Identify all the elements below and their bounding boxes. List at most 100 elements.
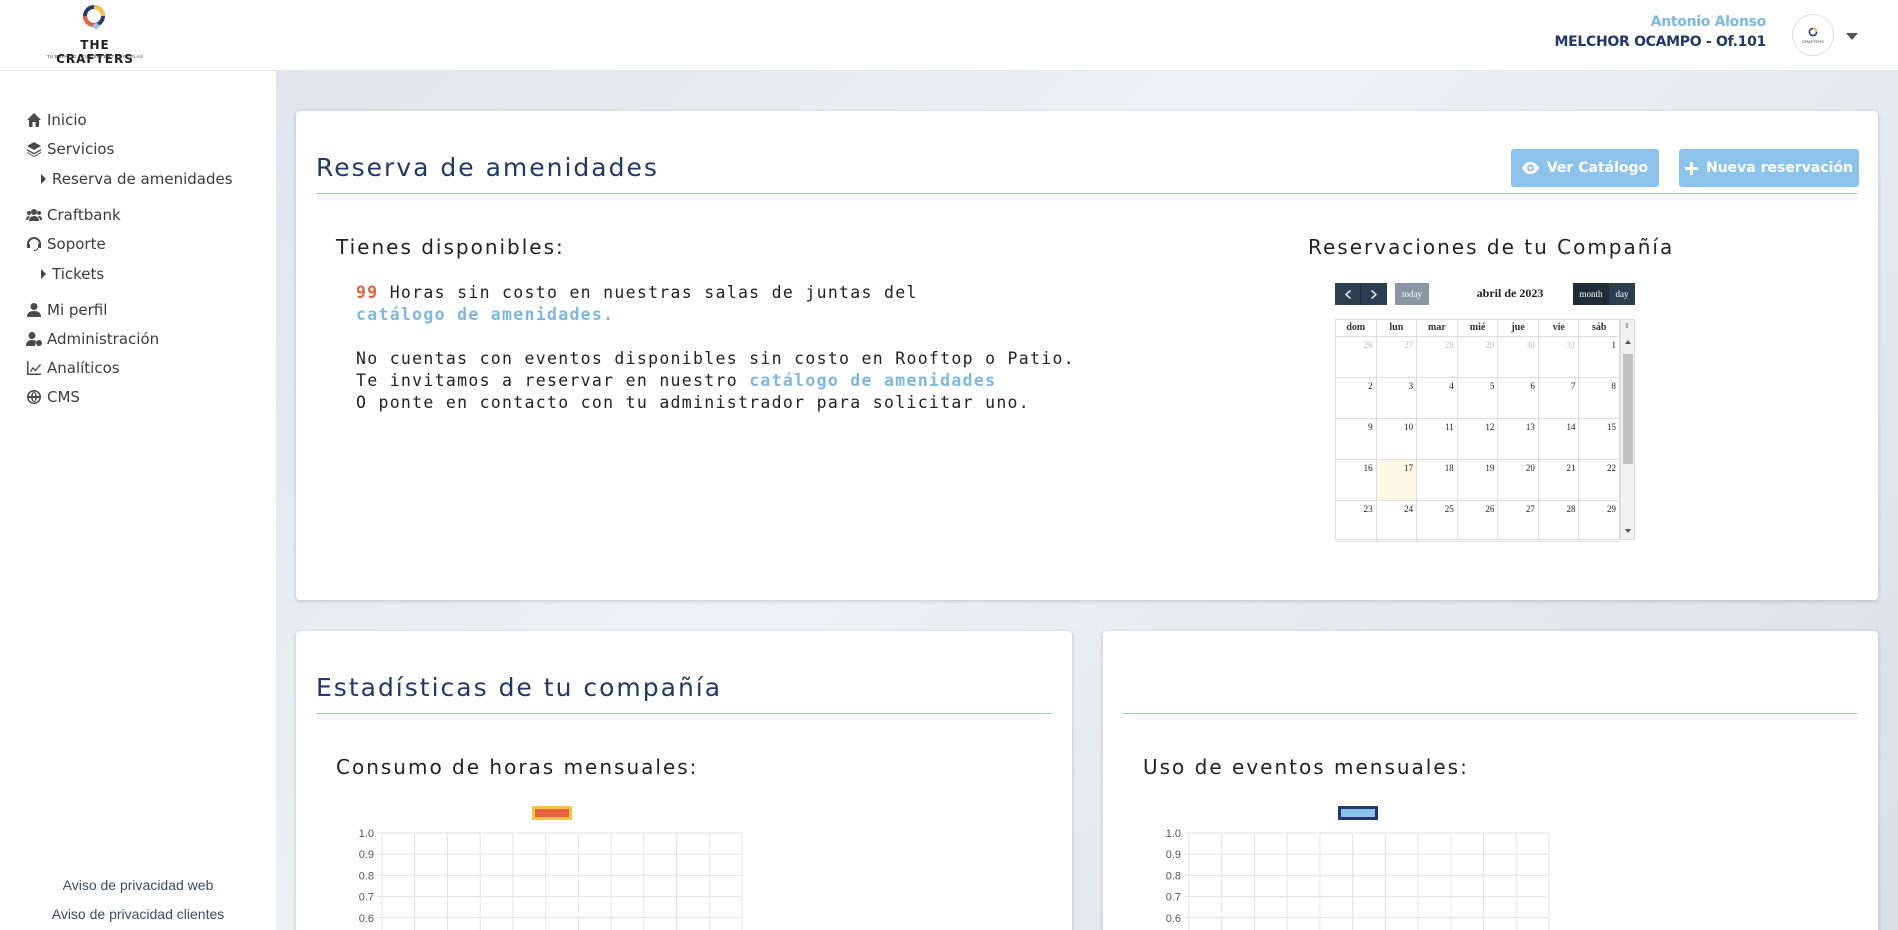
globe-icon bbox=[27, 389, 41, 404]
main-content: Reserva de amenidades Ver Catálogo Nueva… bbox=[276, 71, 1898, 930]
calendar-day[interactable]: 22 bbox=[1579, 460, 1621, 500]
calendar-month-button[interactable]: month bbox=[1573, 283, 1609, 305]
weekday: vie bbox=[1539, 320, 1580, 336]
y-tick-label: 0.9 bbox=[1166, 849, 1181, 861]
calendar-day[interactable]: 7 bbox=[1539, 378, 1580, 418]
hours-count: 99 bbox=[356, 283, 379, 302]
events-line-3: O ponte en contacto con tu administrador… bbox=[356, 393, 1031, 412]
calendar-day[interactable]: 27 bbox=[1498, 501, 1539, 541]
calendar-day[interactable]: 2 bbox=[1336, 378, 1377, 418]
y-tick-label: 0.6 bbox=[1166, 913, 1181, 925]
y-tick-label: 0.9 bbox=[359, 849, 374, 861]
caret-right-icon bbox=[41, 268, 46, 279]
caret-right-icon bbox=[41, 173, 46, 184]
calendar-day[interactable]: 29 bbox=[1458, 337, 1499, 377]
calendar-day[interactable]: 6 bbox=[1498, 378, 1539, 418]
calendar-day[interactable]: 24 bbox=[1377, 501, 1418, 541]
y-tick-label: 1.0 bbox=[1166, 828, 1181, 840]
calendar-day-today[interactable]: 17 bbox=[1376, 460, 1418, 500]
scroll-down-icon[interactable] bbox=[1625, 529, 1631, 533]
nueva-reservacion-label: Nueva reservación bbox=[1705, 160, 1853, 176]
calendar-day[interactable]: 12 bbox=[1458, 419, 1499, 459]
calendar-week: 16 17 18 19 20 21 22 bbox=[1336, 460, 1621, 501]
calendar-day[interactable]: 23 bbox=[1336, 501, 1377, 541]
sidebar-item-administracion[interactable]: Administración bbox=[26, 324, 233, 353]
calendar-day[interactable]: 29 bbox=[1579, 501, 1621, 541]
sidebar-item-cms[interactable]: CMS bbox=[26, 382, 233, 411]
ver-catalogo-button[interactable]: Ver Catálogo bbox=[1511, 149, 1659, 187]
crafters-logo-mark bbox=[83, 5, 105, 29]
calendar-day[interactable]: 3 bbox=[1377, 378, 1418, 418]
avatar[interactable]: CRAFTERS bbox=[1792, 14, 1834, 56]
calendar-day[interactable]: 14 bbox=[1539, 419, 1580, 459]
calendar-prev-button[interactable] bbox=[1335, 283, 1361, 305]
user-info[interactable]: Antonio Alonso MELCHOR OCAMPO - Of.101 bbox=[1555, 14, 1767, 50]
calendar-day[interactable]: 1 bbox=[1579, 337, 1621, 377]
calendar-day[interactable]: 10 bbox=[1377, 419, 1418, 459]
events-divider bbox=[1123, 713, 1858, 714]
sidebar-item-analiticos[interactable]: Analíticos bbox=[26, 353, 233, 382]
weekday: dom bbox=[1336, 320, 1377, 336]
chart-line-icon bbox=[27, 360, 41, 375]
calendar-day[interactable]: 28 bbox=[1417, 337, 1458, 377]
calendar-day[interactable]: 5 bbox=[1458, 378, 1499, 418]
sidebar-item-craftbank[interactable]: Craftbank bbox=[26, 200, 233, 229]
weekday: jue bbox=[1498, 320, 1539, 336]
sidebar-item-soporte[interactable]: Soporte bbox=[26, 229, 233, 258]
calendar-day[interactable]: 11 bbox=[1417, 419, 1458, 459]
weekday: sáb bbox=[1579, 320, 1621, 336]
scroll-up-icon[interactable] bbox=[1625, 340, 1631, 344]
title-divider bbox=[316, 193, 1858, 194]
sidebar-nav: Inicio Servicios Reserva de amenidades C… bbox=[26, 105, 233, 411]
catalog-link[interactable]: catálogo de amenidades. bbox=[356, 305, 614, 324]
hours-chart-heading: Consumo de horas mensuales: bbox=[336, 755, 699, 779]
calendar-day[interactable]: 26 bbox=[1458, 501, 1499, 541]
calendar-day[interactable]: 19 bbox=[1458, 460, 1499, 500]
avatar-text: CRAFTERS bbox=[1802, 39, 1824, 44]
calendar-day[interactable]: 28 bbox=[1539, 501, 1580, 541]
sidebar-item-reserva-amenidades[interactable]: Reserva de amenidades bbox=[26, 163, 233, 194]
chart-plot-area: 1.0 0.9 0.8 0.7 0.6 bbox=[359, 828, 743, 930]
catalog-link[interactable]: catálogo de amenidades bbox=[749, 371, 996, 390]
crafters-logo[interactable]: THE CRAFTERS TU ESPACIO • TU GENTE • TUS… bbox=[40, 4, 150, 66]
layers-icon bbox=[27, 141, 41, 157]
privacy-clients-link[interactable]: Aviso de privacidad clientes bbox=[0, 906, 276, 922]
reserva-card: Reserva de amenidades Ver Catálogo Nueva… bbox=[296, 111, 1878, 600]
sidebar-item-label: CMS bbox=[47, 387, 80, 406]
sidebar-item-servicios[interactable]: Servicios bbox=[26, 134, 233, 163]
top-bar: THE CRAFTERS TU ESPACIO • TU GENTE • TUS… bbox=[0, 0, 1898, 71]
calendar-day[interactable]: 4 bbox=[1417, 378, 1458, 418]
calendar-day[interactable]: 13 bbox=[1498, 419, 1539, 459]
privacy-web-link[interactable]: Aviso de privacidad web bbox=[0, 877, 276, 893]
stats-card: Estadísticas de tu compañía Consumo de h… bbox=[296, 631, 1072, 930]
nueva-reservacion-button[interactable]: Nueva reservación bbox=[1679, 149, 1859, 187]
scroll-thumb[interactable] bbox=[1623, 354, 1633, 464]
calendar-week: 26 27 28 29 30 31 1 bbox=[1336, 337, 1621, 378]
chevron-down-icon[interactable] bbox=[1846, 33, 1858, 40]
chevron-right-icon bbox=[1370, 289, 1377, 299]
calendar-day[interactable]: 8 bbox=[1579, 378, 1621, 418]
calendar-scrollbar[interactable]: ⇕ bbox=[1620, 320, 1634, 539]
hours-chart: 1.0 0.9 0.8 0.7 0.6 bbox=[336, 806, 756, 930]
sidebar-item-mi-perfil[interactable]: Mi perfil bbox=[26, 295, 233, 324]
calendar-day[interactable]: 15 bbox=[1579, 419, 1621, 459]
calendar-day[interactable]: 20 bbox=[1498, 460, 1539, 500]
ver-catalogo-label: Ver Catálogo bbox=[1546, 160, 1649, 176]
calendar-day-button[interactable]: day bbox=[1609, 283, 1635, 305]
calendar-today-button[interactable]: today bbox=[1395, 283, 1429, 305]
calendar-day[interactable]: 18 bbox=[1417, 460, 1458, 500]
sidebar-item-inicio[interactable]: Inicio bbox=[26, 105, 233, 134]
sidebar-item-tickets[interactable]: Tickets bbox=[26, 258, 233, 289]
calendar-day[interactable]: 27 bbox=[1377, 337, 1418, 377]
calendar-day[interactable]: 30 bbox=[1498, 337, 1539, 377]
sidebar-item-label: Soporte bbox=[47, 234, 106, 253]
calendar-day[interactable]: 21 bbox=[1539, 460, 1580, 500]
calendar-day[interactable]: 31 bbox=[1539, 337, 1580, 377]
calendar-day[interactable]: 25 bbox=[1417, 501, 1458, 541]
calendar-day[interactable]: 16 bbox=[1336, 460, 1377, 500]
hours-available-text: 99 Horas sin costo en nuestras salas de … bbox=[356, 282, 996, 326]
calendar-next-button[interactable] bbox=[1361, 283, 1387, 305]
calendar-day[interactable]: 9 bbox=[1336, 419, 1377, 459]
calendar-day[interactable]: 26 bbox=[1336, 337, 1377, 377]
sidebar-item-label: Reserva de amenidades bbox=[52, 169, 233, 188]
